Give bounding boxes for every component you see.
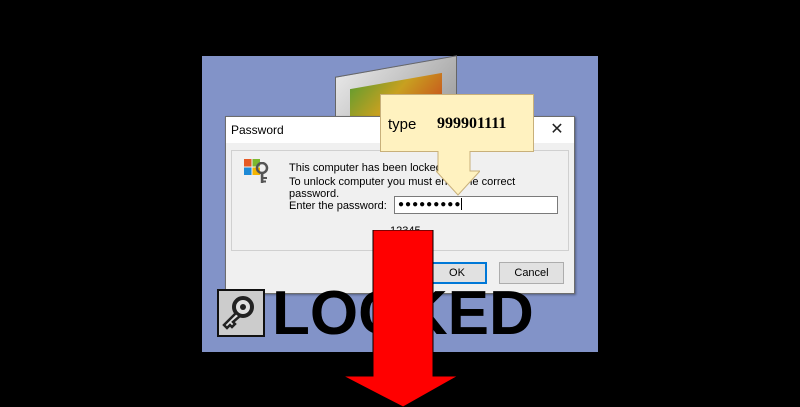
password-input[interactable]: ●●●●●●●●● [394,196,558,214]
password-label: Enter the password: [289,200,387,212]
lock-message-line1: This computer has been locked. [289,162,445,174]
text-caret [461,198,463,211]
key-icon [255,162,269,183]
password-masked-value: ●●●●●●●●● [398,199,462,210]
callout-pointer [436,151,480,196]
down-arrow-graphic [342,230,460,407]
key-glyph-icon [222,296,254,330]
close-button[interactable]: ✕ [546,119,568,141]
callout-code: 999901111 [437,115,507,132]
locked-key-icon [217,289,265,337]
dialog-title: Password [231,123,284,137]
callout-word: type [388,116,417,133]
instruction-callout: type 999901111 [380,94,534,152]
